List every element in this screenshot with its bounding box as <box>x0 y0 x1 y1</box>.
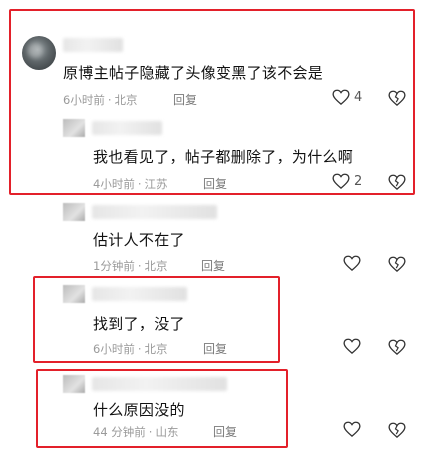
like-button[interactable]: 4 <box>332 89 362 105</box>
broken-heart-icon <box>388 174 406 191</box>
like-button[interactable]: 2 <box>332 173 362 189</box>
dislike-button[interactable] <box>388 256 406 276</box>
broken-heart-icon <box>388 90 406 107</box>
comment-time: 4小时前 <box>93 177 135 191</box>
comment-meta: 6小时前 · 北京 <box>93 342 168 356</box>
heart-icon <box>343 255 361 271</box>
broken-heart-icon <box>388 339 406 356</box>
comment-location: 江苏 <box>144 177 168 191</box>
comment-time: 6小时前 <box>93 342 135 356</box>
username[interactable] <box>63 38 123 52</box>
dislike-button[interactable] <box>388 90 406 110</box>
comment-meta: 6小时前 · 北京 <box>63 93 138 107</box>
username[interactable] <box>92 377 227 391</box>
like-button[interactable] <box>343 421 361 437</box>
dislike-button[interactable] <box>388 174 406 194</box>
comment-meta: 1分钟前 · 北京 <box>93 259 168 273</box>
username[interactable] <box>92 205 217 219</box>
heart-icon <box>332 173 350 189</box>
avatar[interactable] <box>63 203 85 221</box>
comment-text: 估计人不在了 <box>93 231 185 249</box>
avatar[interactable] <box>63 119 85 137</box>
reply-button[interactable]: 回复 <box>203 340 227 357</box>
reply-button[interactable]: 回复 <box>203 175 227 192</box>
comment-text: 原博主帖子隐藏了头像变黑了该不会是 <box>63 64 324 82</box>
like-button[interactable] <box>343 255 361 271</box>
comment-time: 6小时前 <box>63 93 105 107</box>
like-count: 2 <box>354 173 363 189</box>
comment-location: 山东 <box>155 425 179 439</box>
like-button[interactable] <box>343 338 361 354</box>
comment-location: 北京 <box>144 259 168 273</box>
broken-heart-icon <box>388 422 406 439</box>
heart-icon <box>343 421 361 437</box>
reply-button[interactable]: 回复 <box>213 423 237 440</box>
dislike-button[interactable] <box>388 422 406 442</box>
comment-text: 什么原因没的 <box>93 401 185 419</box>
comment-time: 1分钟前 <box>93 259 135 273</box>
broken-heart-icon <box>388 256 406 273</box>
reply-button[interactable]: 回复 <box>201 257 225 274</box>
heart-icon <box>343 338 361 354</box>
comment-time: 44 分钟前 <box>93 425 146 439</box>
username[interactable] <box>92 287 187 301</box>
avatar[interactable] <box>63 285 85 303</box>
avatar[interactable] <box>22 36 56 70</box>
comment-meta: 4小时前 · 江苏 <box>93 177 168 191</box>
comment-text: 找到了，没了 <box>93 315 185 333</box>
heart-icon <box>332 89 350 105</box>
dislike-button[interactable] <box>388 339 406 359</box>
username[interactable] <box>92 121 162 135</box>
avatar[interactable] <box>63 375 85 393</box>
comment-location: 北京 <box>144 342 168 356</box>
reply-button[interactable]: 回复 <box>173 91 197 108</box>
comment-text: 我也看见了，帖子都删除了，为什么啊 <box>93 148 354 166</box>
comment-location: 北京 <box>114 93 138 107</box>
comment-meta: 44 分钟前 · 山东 <box>93 425 179 439</box>
like-count: 4 <box>354 89 363 105</box>
